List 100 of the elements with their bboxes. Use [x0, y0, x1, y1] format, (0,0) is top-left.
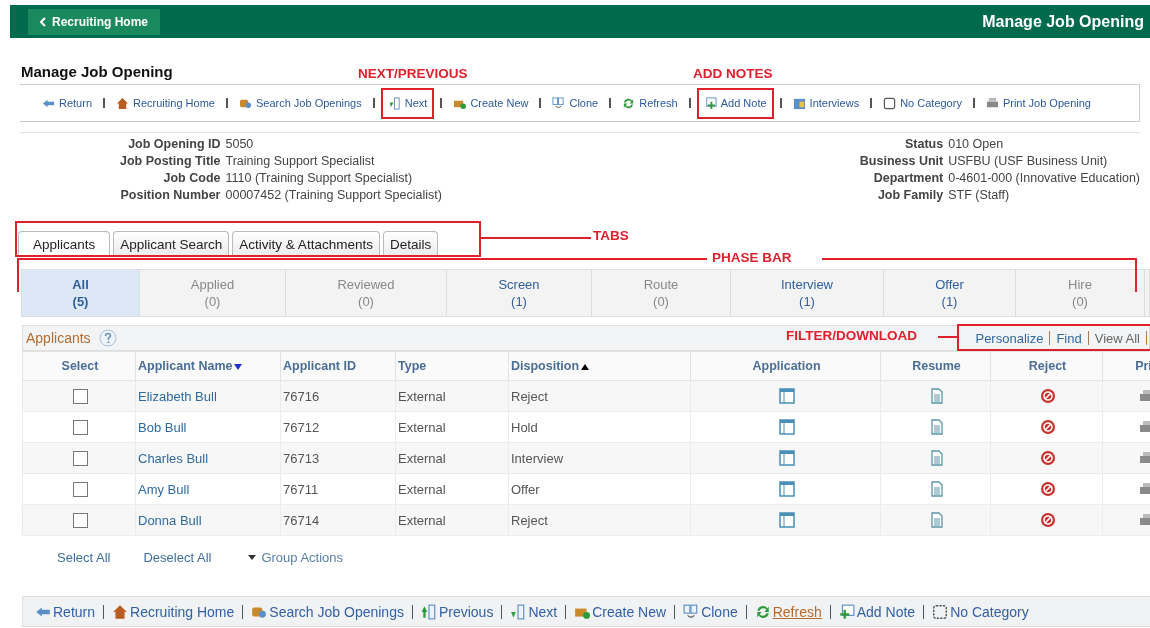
prohibited-icon[interactable]	[1039, 512, 1056, 529]
tab[interactable]: Activity & Attachments	[232, 231, 380, 256]
field-value: 1110 (Training Support Specialist)	[225, 171, 414, 185]
group-actions-dropdown[interactable]: Group Actions	[248, 550, 344, 565]
header-title: Manage Job Opening	[982, 12, 1144, 31]
select-checkbox[interactable]	[72, 451, 88, 467]
toolbar-link[interactable]: Next	[510, 603, 558, 620]
table-cell: Hold	[511, 419, 538, 435]
select-checkbox[interactable]	[72, 420, 88, 436]
phase-count: (0)	[204, 293, 221, 310]
select-checkbox[interactable]	[72, 389, 88, 405]
help-icon[interactable]	[98, 329, 117, 347]
toolbar-link[interactable]: Previous	[420, 603, 494, 620]
note-icon	[703, 96, 717, 110]
up-arrow-icon	[420, 603, 437, 620]
select-checkbox[interactable]	[72, 513, 88, 529]
prohibited-icon[interactable]	[1039, 388, 1056, 405]
toolbar-link[interactable]: Add Note	[838, 603, 916, 620]
column-header[interactable]: Application	[690, 351, 881, 381]
toolbar-link[interactable]: Clone	[547, 91, 604, 115]
window-icon[interactable]	[778, 419, 795, 436]
applicant-name-link[interactable]: Amy Bull	[138, 481, 190, 497]
phase-label: Interview	[781, 276, 833, 293]
prohibited-icon[interactable]	[1039, 481, 1056, 498]
phase-label: Reviewed	[337, 276, 395, 293]
window-icon[interactable]	[778, 512, 795, 529]
page-title: Manage Job Opening	[21, 63, 173, 80]
printer-icon	[985, 96, 999, 110]
chevron-left-icon	[40, 16, 46, 27]
document-icon[interactable]	[928, 419, 945, 436]
house-icon	[116, 96, 130, 110]
document-icon[interactable]	[928, 450, 945, 467]
back-button[interactable]: Recruiting Home	[28, 8, 160, 35]
toolbar-link[interactable]: Create New	[448, 91, 534, 115]
window-icon[interactable]	[778, 450, 795, 467]
column-header[interactable]: Disposition	[508, 351, 691, 381]
toolbar-link[interactable]: Create New	[574, 603, 667, 620]
column-header[interactable]: Applicant Name	[135, 351, 281, 381]
applicant-name-link[interactable]: Bob Bull	[138, 419, 187, 435]
field-value: 00007452 (Training Support Specialist)	[225, 188, 442, 202]
phase-label: Screen	[498, 276, 540, 293]
table-cell: Reject	[511, 388, 548, 404]
tab[interactable]: Applicant Search	[113, 231, 230, 256]
tab[interactable]: Applicants	[18, 231, 111, 256]
phase-tab[interactable]: Screen (1)	[447, 270, 592, 316]
toolbar-link[interactable]: Add Note	[696, 87, 774, 119]
table-cell: External	[398, 512, 446, 528]
column-header[interactable]: Pri	[1102, 351, 1150, 381]
toolbar-link[interactable]: Refresh	[617, 91, 683, 115]
phase-tab[interactable]: All (5)	[22, 270, 140, 316]
phase-tab[interactable]: Offer (1)	[884, 270, 1016, 316]
phase-label: Route	[643, 276, 679, 293]
column-header[interactable]: Reject	[990, 351, 1103, 381]
toolbar-link[interactable]: Refresh	[754, 603, 822, 620]
deselect-all-link[interactable]: Deselect All	[143, 550, 212, 565]
prohibited-icon[interactable]	[1039, 419, 1056, 436]
toolbar-link[interactable]: Print Job Opening	[980, 91, 1096, 115]
field-label: Status	[904, 137, 944, 151]
field-value: 0-4601-000 (Innovative Education)	[948, 171, 1140, 185]
annotation-label: PHASE BAR	[712, 250, 792, 265]
document-icon[interactable]	[928, 388, 945, 405]
window-icon[interactable]	[778, 481, 795, 498]
grid-link[interactable]: Personalize	[975, 330, 1044, 346]
toolbar-link[interactable]: Search Job Openings	[251, 603, 404, 620]
field-value: USFBU (USF Business Unit)	[948, 154, 1109, 168]
field-label: Job Code	[162, 171, 221, 185]
document-icon[interactable]	[928, 512, 945, 529]
phase-tab[interactable]: Interview (1)	[731, 270, 884, 316]
toolbar-link[interactable]: No Category	[932, 603, 1029, 620]
toolbar-link[interactable]: Search Job Openings	[233, 91, 367, 115]
checkbox-outline-icon	[883, 96, 897, 110]
toolbar-link[interactable]: Recruiting Home	[112, 603, 235, 620]
toolbar-link[interactable]: Recruiting Home	[111, 91, 220, 115]
field-label: Business Unit	[859, 154, 944, 168]
table-cell: External	[398, 481, 446, 497]
column-header[interactable]: Resume	[880, 351, 991, 381]
toolbar-link[interactable]: Interviews	[787, 91, 865, 115]
column-header[interactable]: Select	[22, 351, 136, 381]
document-icon[interactable]	[928, 481, 945, 498]
field-label: Job Family	[876, 188, 944, 202]
down-arrow-icon	[510, 603, 527, 620]
table-cell: 76711	[283, 481, 319, 497]
window-icon[interactable]	[778, 388, 795, 405]
tab[interactable]: Details	[382, 231, 439, 256]
toolbar-link[interactable]: Return	[35, 603, 96, 620]
column-header[interactable]: Applicant ID	[280, 351, 396, 381]
phase-count: (0)	[653, 293, 669, 310]
toolbar-link[interactable]: Return	[37, 91, 98, 115]
select-checkbox[interactable]	[72, 482, 88, 498]
column-header[interactable]: Type	[395, 351, 509, 381]
select-all-link[interactable]: Select All	[57, 550, 111, 565]
prohibited-icon[interactable]	[1039, 450, 1056, 467]
toolbar-link[interactable]: Next	[380, 87, 435, 119]
toolbar-link[interactable]: No Category	[878, 91, 967, 115]
annotation-label: ADD NOTES	[693, 66, 773, 81]
grid-link[interactable]: View All	[1094, 330, 1140, 346]
grid-link[interactable]: Find	[1056, 330, 1082, 346]
toolbar-link[interactable]: Clone	[683, 603, 738, 620]
note-icon	[838, 603, 855, 620]
clone-icon	[552, 96, 566, 110]
